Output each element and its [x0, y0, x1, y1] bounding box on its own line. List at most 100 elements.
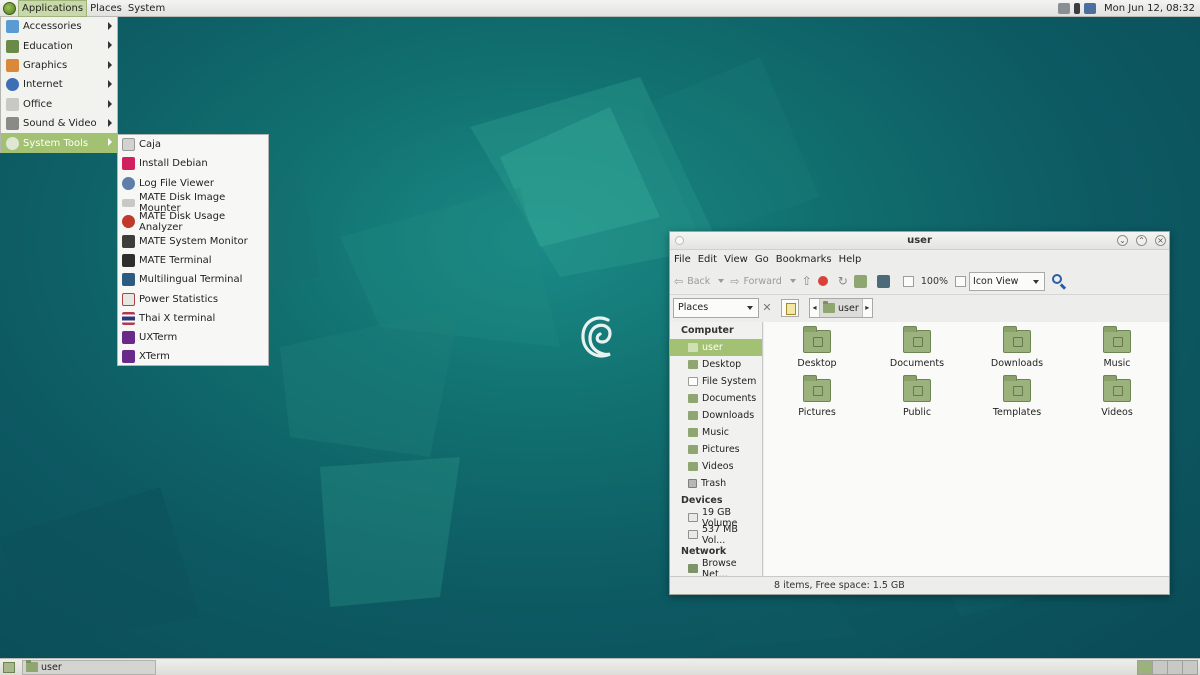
- menu-item-label: MATE Disk Usage Analyzer: [139, 210, 226, 233]
- home-folder-icon: [853, 274, 867, 288]
- stop-button[interactable]: [817, 276, 832, 286]
- sidebar-item-browse-network[interactable]: Browse Net...: [670, 558, 762, 580]
- workspace-1[interactable]: [1137, 659, 1153, 675]
- clock[interactable]: Mon Jun 12, 08:32: [1104, 3, 1195, 14]
- back-button[interactable]: ⇦ Back: [674, 275, 710, 288]
- reload-button[interactable]: ↻: [838, 274, 848, 288]
- file-item-downloads[interactable]: Downloads: [972, 326, 1062, 369]
- menu-go[interactable]: Go: [755, 254, 769, 265]
- chevron-right-icon: [108, 22, 112, 30]
- minimize-icon[interactable]: ⌄: [1117, 235, 1128, 246]
- applications-menu[interactable]: Applications: [18, 0, 88, 17]
- home-button[interactable]: [853, 274, 871, 288]
- disk-image-icon: [122, 198, 135, 207]
- menu-item-power-statistics[interactable]: Power Statistics: [118, 289, 268, 308]
- workspace-3[interactable]: [1167, 659, 1183, 675]
- chevron-right-icon: [108, 41, 112, 50]
- file-item-desktop[interactable]: Desktop: [772, 326, 862, 369]
- menu-item-office[interactable]: Office: [1, 95, 117, 114]
- sidebar-item-pictures[interactable]: Pictures: [670, 441, 762, 458]
- file-item-public[interactable]: Public: [872, 375, 962, 418]
- menu-item-label: Caja: [139, 139, 162, 151]
- close-icon[interactable]: ×: [1155, 235, 1166, 246]
- menu-item-caja[interactable]: Caja: [118, 135, 268, 154]
- maximize-icon[interactable]: ⌃: [1136, 235, 1147, 246]
- sidebar-item-trash[interactable]: Trash: [670, 475, 762, 492]
- menu-item-disk-image-mounter[interactable]: MATE Disk Image Mounter: [118, 192, 268, 214]
- workspace-4[interactable]: [1182, 659, 1198, 675]
- menu-item-multilingual-terminal[interactable]: Multilingual Terminal: [118, 270, 268, 289]
- window-titlebar[interactable]: user ⌄ ⌃ ×: [670, 232, 1169, 250]
- edit-location-icon[interactable]: [781, 299, 799, 317]
- menu-item-label: Power Statistics: [139, 293, 219, 305]
- menu-item-education[interactable]: Education: [1, 36, 117, 55]
- search-icon[interactable]: [1051, 273, 1067, 290]
- mate-logo-icon[interactable]: [3, 1, 16, 15]
- menu-item-log-file-viewer[interactable]: Log File Viewer: [118, 174, 268, 193]
- menu-view[interactable]: View: [724, 254, 748, 265]
- sidebar-item-videos[interactable]: Videos: [670, 458, 762, 475]
- folder-icon: [1103, 375, 1131, 402]
- update-icon[interactable]: [1084, 2, 1097, 14]
- folder-icon: [688, 360, 698, 369]
- folder-icon: [803, 326, 831, 353]
- forward-history-dropdown-icon[interactable]: [789, 279, 796, 283]
- menu-item-accessories[interactable]: Accessories: [1, 17, 117, 36]
- network-icon[interactable]: [1058, 2, 1071, 14]
- workspace-2[interactable]: [1152, 659, 1168, 675]
- system-menu[interactable]: System: [125, 0, 168, 17]
- folder-icon: [903, 326, 931, 353]
- debian-swirl-logo: [581, 316, 612, 358]
- zoom-in-icon[interactable]: [955, 275, 967, 287]
- menu-help[interactable]: Help: [839, 254, 862, 265]
- menu-item-sound-video[interactable]: Sound & Video: [1, 114, 117, 133]
- volume-icon[interactable]: [1074, 2, 1081, 14]
- menu-item-disk-usage-analyzer[interactable]: MATE Disk Usage Analyzer: [118, 210, 268, 233]
- places-menu[interactable]: Places: [87, 0, 125, 17]
- file-item-music[interactable]: Music: [1072, 326, 1162, 369]
- caja-toolbar: ⇦ Back ⇨ Forward ⇧ ↻ 100% Icon View: [670, 268, 1169, 295]
- file-item-videos[interactable]: Videos: [1072, 375, 1162, 418]
- file-item-documents[interactable]: Documents: [872, 326, 962, 369]
- close-side-pane-icon[interactable]: ✕: [761, 298, 773, 318]
- power-stats-icon: [122, 292, 135, 306]
- computer-button[interactable]: [876, 274, 894, 288]
- top-panel: Applications Places System Mon Jun 12, 0…: [0, 0, 1200, 17]
- menu-item-install-debian[interactable]: Install Debian: [118, 154, 268, 173]
- path-segment-user[interactable]: user: [819, 299, 863, 317]
- path-right-icon[interactable]: ▸: [863, 299, 872, 317]
- menu-item-uxterm[interactable]: UXTerm: [118, 328, 268, 347]
- sidebar-item-downloads[interactable]: Downloads: [670, 407, 762, 424]
- sidebar-item-music[interactable]: Music: [670, 424, 762, 441]
- menu-item-internet[interactable]: Internet: [1, 75, 117, 94]
- menu-item-label: Install Debian: [139, 158, 208, 170]
- menu-file[interactable]: File: [674, 254, 691, 265]
- up-button[interactable]: ⇧: [802, 274, 812, 288]
- menu-edit[interactable]: Edit: [698, 254, 717, 265]
- taskbar-button-user[interactable]: user: [22, 659, 156, 675]
- back-history-dropdown-icon[interactable]: [718, 279, 725, 283]
- menu-item-mate-terminal[interactable]: MATE Terminal: [118, 251, 268, 270]
- menu-item-thai-x-terminal[interactable]: Thai X terminal: [118, 309, 268, 328]
- forward-button[interactable]: ⇨ Forward: [730, 275, 781, 288]
- icon-view[interactable]: Desktop Documents Downloads Music Pictur…: [764, 322, 1169, 576]
- back-label: Back: [687, 275, 711, 287]
- sidebar-item-file-system[interactable]: File System: [670, 373, 762, 390]
- menu-bookmarks[interactable]: Bookmarks: [776, 254, 832, 265]
- sidebar-item-user[interactable]: user: [670, 339, 762, 356]
- path-left-icon[interactable]: ◂: [810, 299, 819, 317]
- file-item-label: Desktop: [797, 358, 837, 369]
- file-item-templates[interactable]: Templates: [972, 375, 1062, 418]
- sidebar-item-desktop[interactable]: Desktop: [670, 356, 762, 373]
- zoom-out-icon[interactable]: [902, 275, 914, 287]
- sidebar-item-volume-537mb[interactable]: 537 MB Vol...: [670, 524, 762, 546]
- view-mode-select[interactable]: Icon View: [969, 271, 1046, 291]
- menu-item-system-monitor[interactable]: MATE System Monitor: [118, 231, 268, 250]
- show-desktop-icon[interactable]: [3, 661, 15, 673]
- file-item-pictures[interactable]: Pictures: [772, 375, 862, 418]
- menu-item-system-tools[interactable]: System Tools: [1, 133, 117, 153]
- menu-item-graphics[interactable]: Graphics: [1, 56, 117, 75]
- sidebar-item-documents[interactable]: Documents: [670, 390, 762, 407]
- menu-item-xterm[interactable]: XTerm: [118, 347, 268, 366]
- side-pane-select[interactable]: Places: [673, 298, 759, 318]
